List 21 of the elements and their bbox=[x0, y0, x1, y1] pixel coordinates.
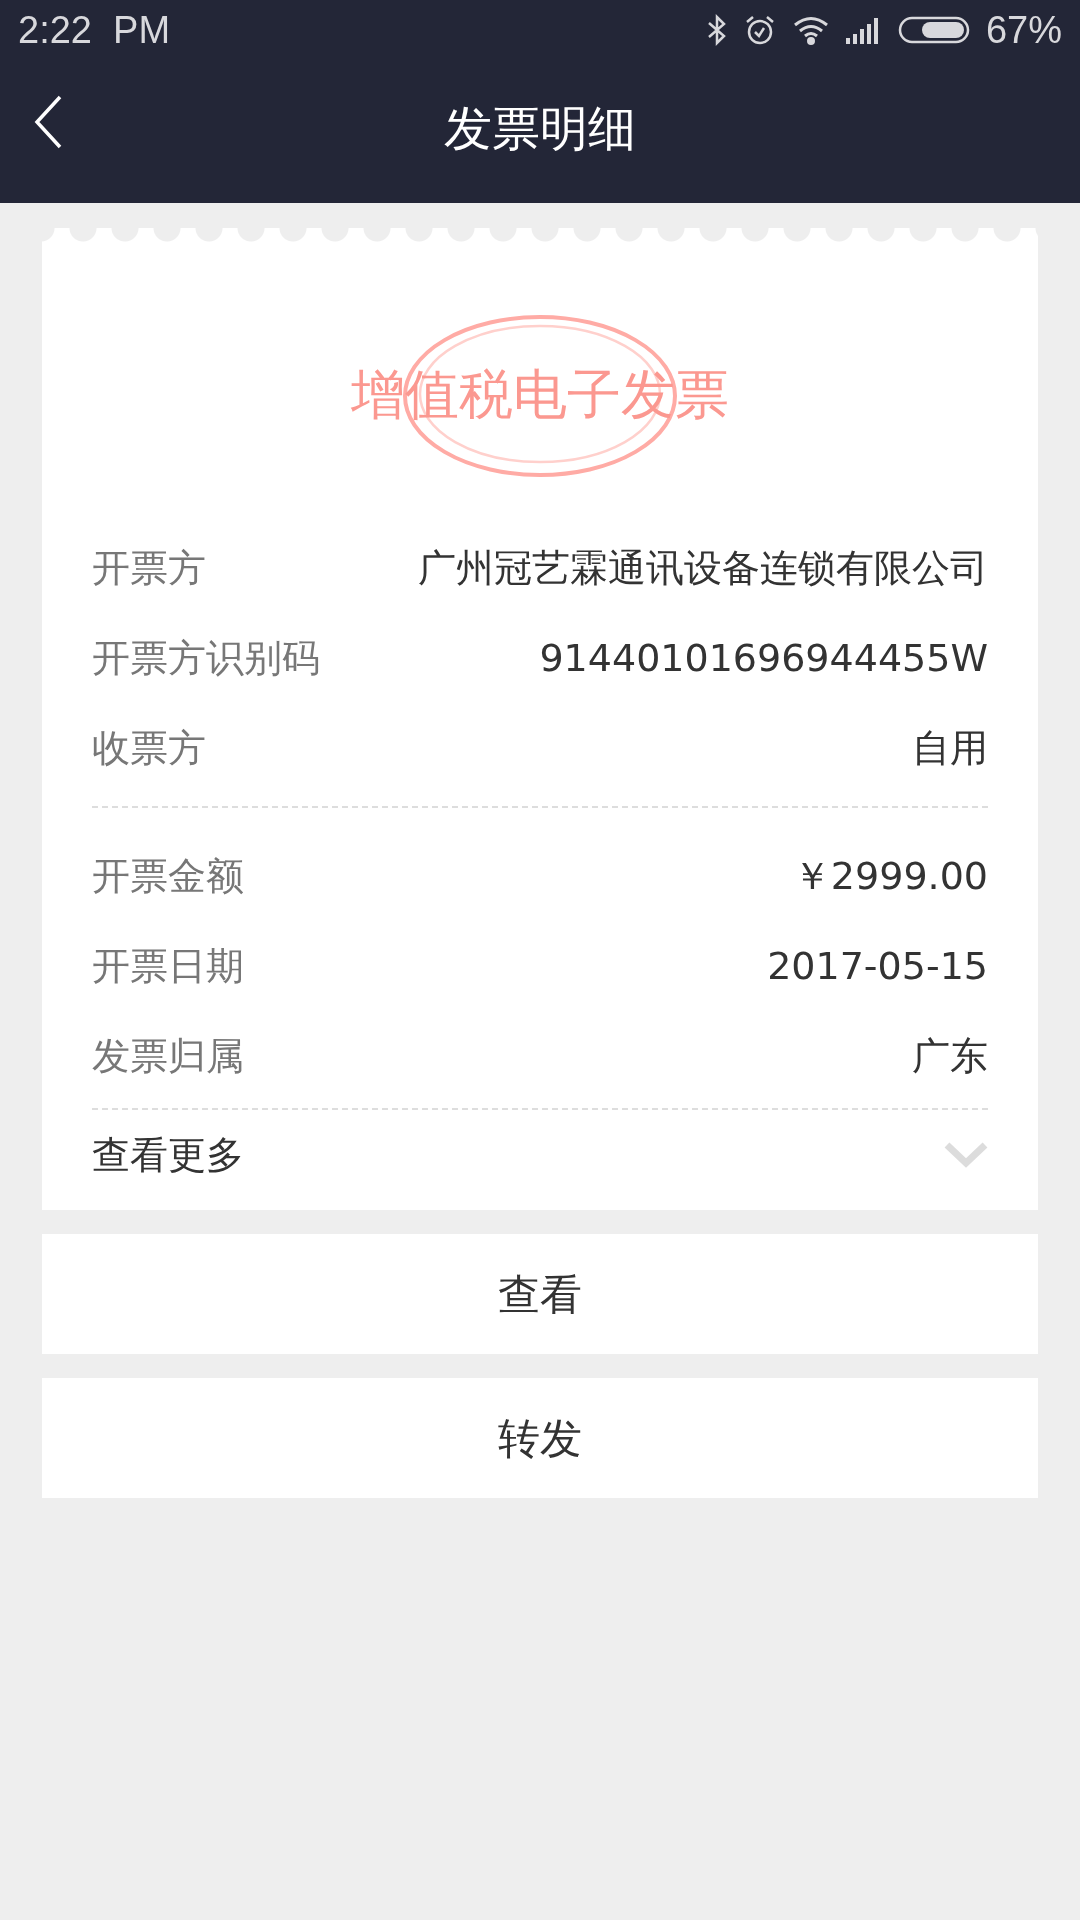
field-value: 自用 bbox=[912, 725, 988, 772]
field-value: 2017-05-15 bbox=[767, 943, 988, 990]
action-button[interactable]: 查看 bbox=[42, 1234, 1038, 1354]
action-button[interactable]: 转发 bbox=[42, 1378, 1038, 1498]
field-label: 开票方 bbox=[92, 545, 206, 592]
field-label: 收票方 bbox=[92, 725, 206, 772]
field-label: 发票归属 bbox=[92, 1033, 244, 1080]
field-label: 开票日期 bbox=[92, 943, 244, 990]
field-label: 开票方识别码 bbox=[92, 635, 320, 682]
back-icon bbox=[33, 95, 63, 149]
field-label: 开票金额 bbox=[92, 853, 244, 900]
battery-percent: 67% bbox=[985, 7, 1062, 53]
page-title: 发票明细 bbox=[444, 98, 636, 158]
status-time: 2:22 PM bbox=[18, 7, 171, 53]
field-value: ￥2999.00 bbox=[792, 853, 988, 900]
chevron-icon bbox=[944, 1141, 988, 1169]
field-value: 91440101696944455W bbox=[539, 635, 988, 682]
field-value: 广州冠艺霖通讯设备连锁有限公司 bbox=[418, 545, 988, 592]
battery-icon bbox=[897, 16, 970, 44]
field-value: 广东 bbox=[912, 1033, 988, 1080]
view-more-row[interactable]: 查看更多 bbox=[92, 1110, 988, 1200]
